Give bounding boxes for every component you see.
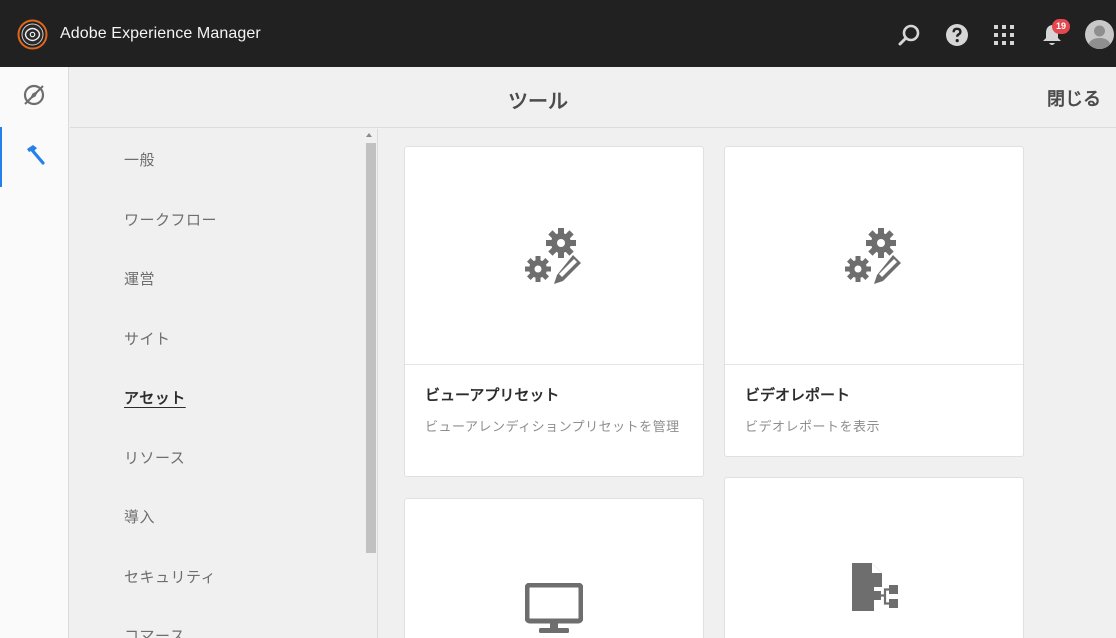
close-button[interactable]: 閉じる [1047,85,1101,111]
scrollbar-thumb[interactable] [366,143,376,553]
card-divider [725,364,1023,365]
card-file-structure-tool[interactable] [724,477,1024,638]
file-sitemap-icon [725,558,1023,618]
card-video-reports[interactable]: ビデオレポート ビデオレポートを表示 [724,146,1024,457]
user-avatar-icon[interactable] [1085,20,1114,49]
navigation-rail-button[interactable] [0,67,68,127]
tools-rail-button[interactable] [0,127,68,187]
category-deployment[interactable]: 導入 [124,506,155,527]
left-rail [0,67,69,638]
tools-header: ツール 閉じる [70,67,1116,128]
category-commerce[interactable]: コマース [124,625,185,638]
aem-logo-icon[interactable] [17,19,48,50]
card-divider [405,364,703,365]
card-viewer-presets[interactable]: ビューアプリセット ビューアレンディションプリセットを管理 [404,146,704,477]
category-security[interactable]: セキュリティ [124,566,216,587]
category-general[interactable]: 一般 [124,149,155,170]
page-title: ツール [508,89,568,113]
apps-grid-icon[interactable] [991,22,1017,48]
gears-pencil-icon [725,147,1023,364]
category-sites[interactable]: サイト [124,328,171,349]
category-operations[interactable]: 運営 [124,268,155,289]
notification-badge: 19 [1052,19,1070,34]
card-title: ビデオレポート [745,386,851,404]
category-assets[interactable]: アセット [124,387,186,408]
hammer-icon [23,143,47,171]
card-title: ビューアプリセット [425,386,560,404]
card-monitor-tool[interactable] [404,498,704,638]
shell-header: Adobe Experience Manager 19 [0,0,1116,67]
scroll-up-arrow[interactable] [366,133,372,137]
gears-pencil-icon [405,147,703,364]
card-description: ビデオレポートを表示 [745,420,881,435]
search-icon[interactable] [896,22,922,48]
tool-cards: ビューアプリセット ビューアレンディションプリセットを管理 ビデオレポート ビデ… [379,129,1116,638]
card-description: ビューアレンディションプリセットを管理 [425,420,680,435]
app-title[interactable]: Adobe Experience Manager [60,25,261,43]
category-list: 一般 ワークフロー 運営 サイト アセット リソース 導入 セキュリティ コマー… [70,129,378,638]
monitor-icon [405,579,703,638]
category-resources[interactable]: リソース [124,447,185,468]
category-workflow[interactable]: ワークフロー [124,209,217,230]
help-icon[interactable] [944,22,970,48]
compass-icon [22,83,46,111]
